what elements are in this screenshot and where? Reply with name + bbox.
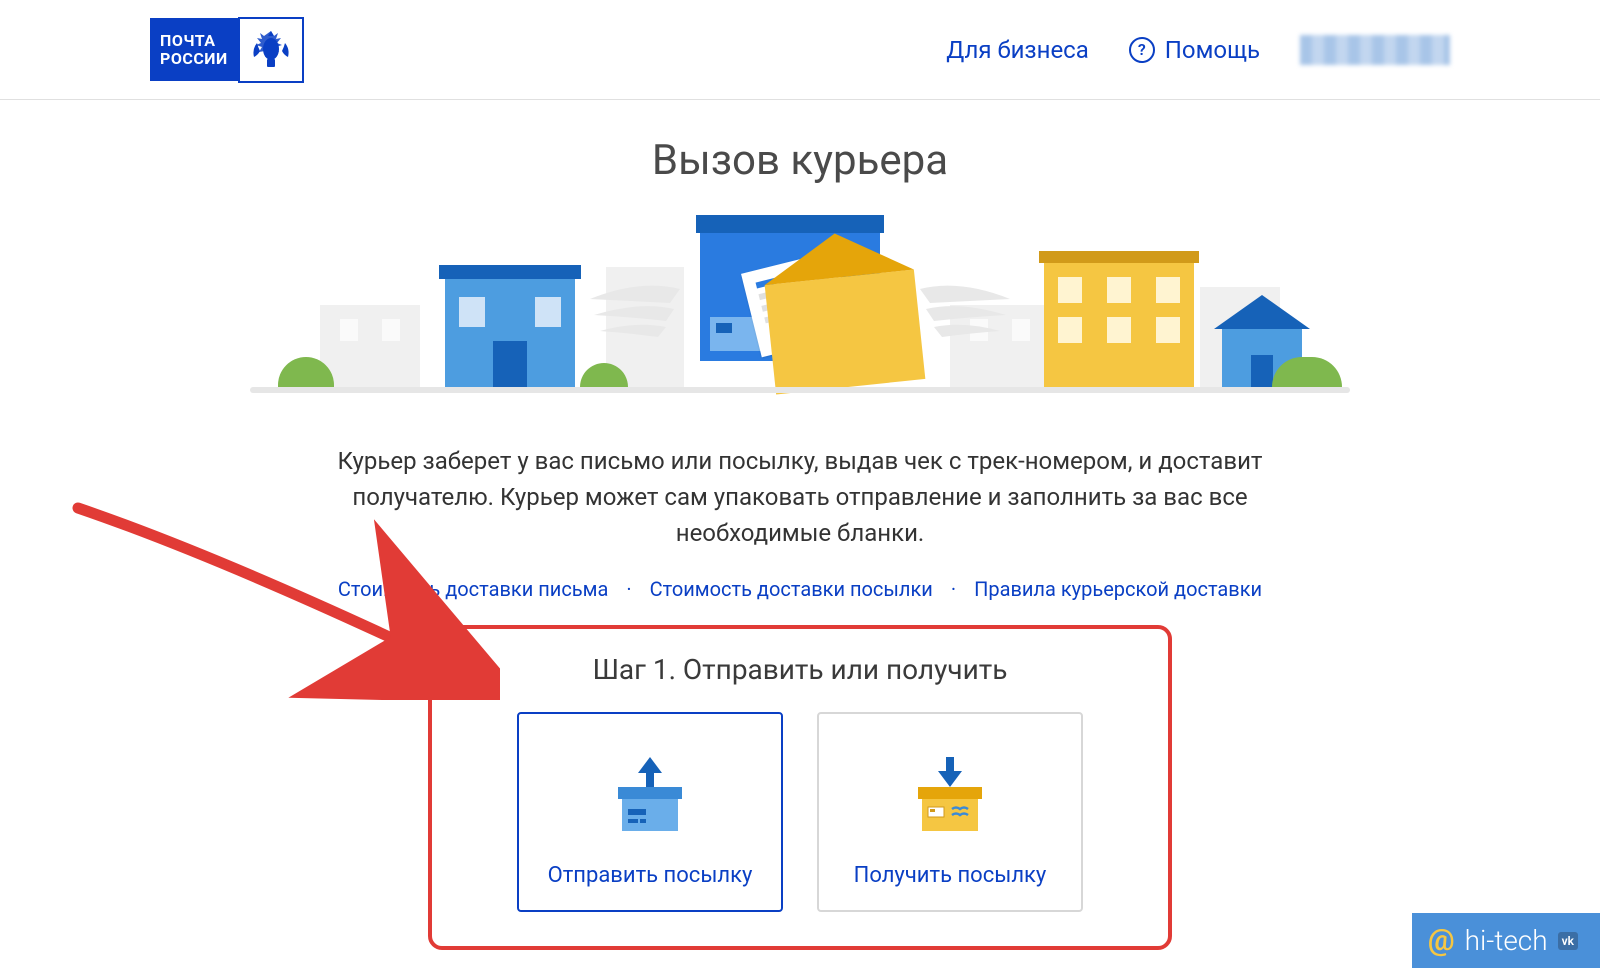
step1-title: Шаг 1. Отправить или получить <box>462 653 1138 686</box>
help-icon: ? <box>1129 37 1155 63</box>
help-link-label: Помощь <box>1165 36 1260 64</box>
logo-line2: РОССИИ <box>160 50 228 68</box>
watermark-text: hi-tech <box>1465 924 1548 957</box>
hero-illustration <box>250 215 1350 415</box>
step1-highlight-box: Шаг 1. Отправить или получить <box>428 625 1172 950</box>
send-parcel-label: Отправить посылку <box>548 863 753 888</box>
logo[interactable]: ПОЧТА РОССИИ <box>150 17 304 83</box>
at-icon: @ <box>1428 923 1455 958</box>
receive-parcel-label: Получить посылку <box>854 863 1047 888</box>
letter-cost-link[interactable]: Стоимость доставки письма <box>338 577 609 601</box>
info-links: Стоимость доставки письма · Стоимость до… <box>0 577 1600 601</box>
watermark-badge: @ hi-tech vk <box>1412 913 1600 968</box>
header: ПОЧТА РОССИИ Для бизнеса ? Помощь <box>0 0 1600 100</box>
vk-badge-icon: vk <box>1558 932 1578 950</box>
courier-rules-link[interactable]: Правила курьерской доставки <box>974 577 1262 601</box>
main-content: Вызов курьера Курьер заберет у вас письм… <box>0 100 1600 950</box>
user-account-blurred[interactable] <box>1300 35 1450 65</box>
description-text: Курьер заберет у вас письмо или посылку,… <box>320 443 1280 551</box>
send-parcel-option[interactable]: Отправить посылку <box>517 712 783 912</box>
business-link[interactable]: Для бизнеса <box>946 36 1089 64</box>
page-title: Вызов курьера <box>0 136 1600 185</box>
parcel-cost-link[interactable]: Стоимость доставки посылки <box>650 577 933 601</box>
header-nav: Для бизнеса ? Помощь <box>946 35 1450 65</box>
help-link[interactable]: ? Помощь <box>1129 36 1260 64</box>
logo-line1: ПОЧТА <box>160 32 228 50</box>
send-parcel-icon <box>604 753 696 845</box>
eagle-icon <box>238 17 304 83</box>
receive-parcel-option[interactable]: Получить посылку <box>817 712 1083 912</box>
step1-options: Отправить посылку <box>462 712 1138 912</box>
logo-text: ПОЧТА РОССИИ <box>150 18 238 81</box>
receive-parcel-icon <box>904 753 996 845</box>
